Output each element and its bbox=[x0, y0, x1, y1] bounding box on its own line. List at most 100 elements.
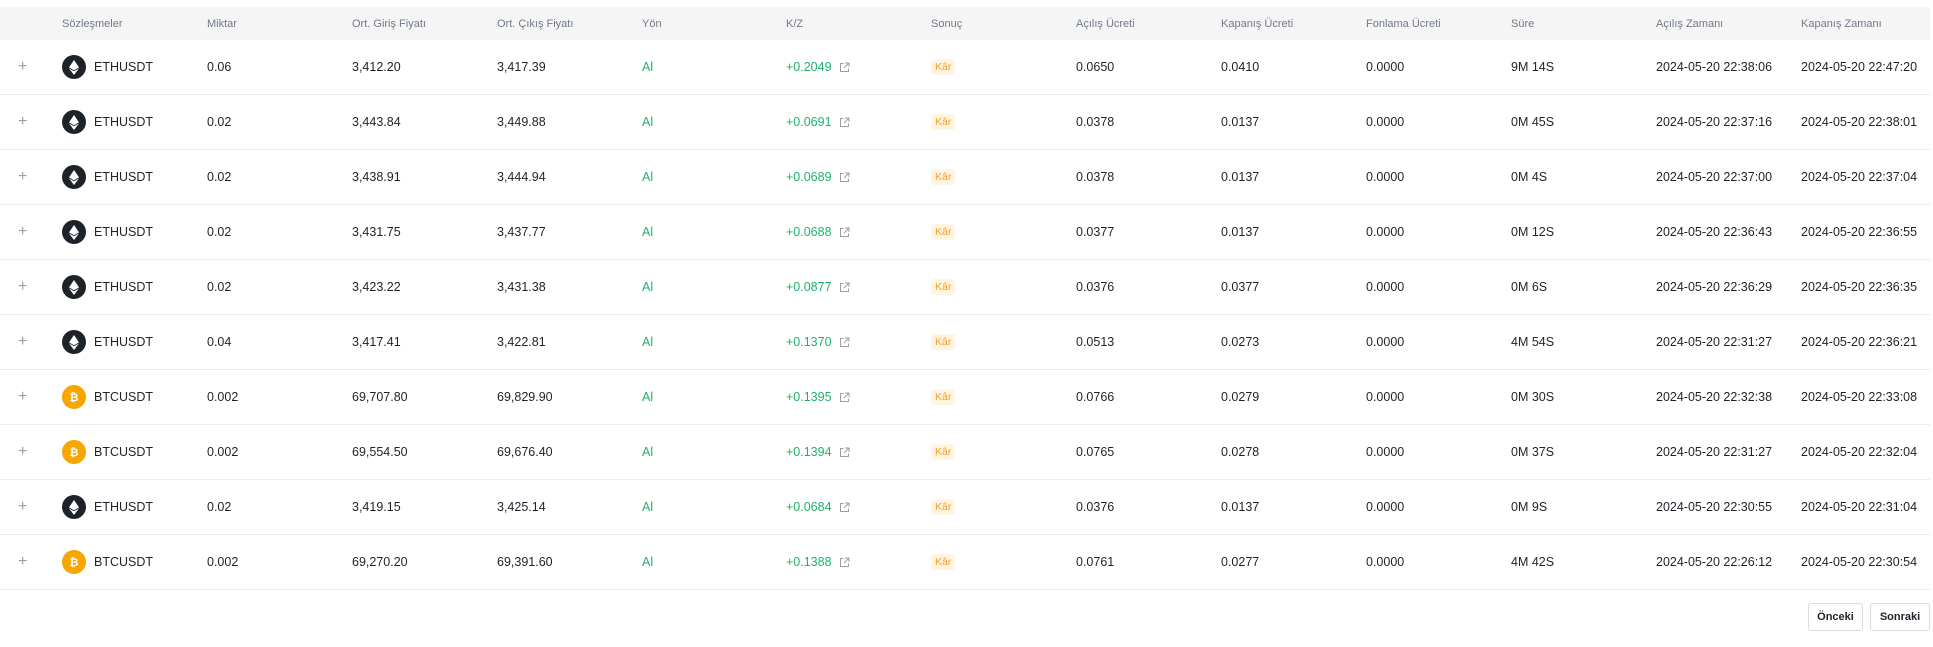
expand-row-cell[interactable]: + bbox=[0, 389, 62, 405]
header-result: Sonuç bbox=[931, 17, 963, 30]
table-row[interactable]: + ETHUSDT 0.04 3,417.41 3,422.81 Al +0.1370 Kâr… bbox=[0, 315, 1930, 370]
plus-icon[interactable]: + bbox=[18, 58, 27, 75]
table-row[interactable]: + ETHUSDT 0.02 3,443.84 3,449.88 Al +0.0691 Kâr… bbox=[0, 95, 1930, 150]
expand-row-cell[interactable]: + bbox=[0, 59, 62, 75]
table-row[interactable]: + ETHUSDT 0.02 3,423.22 3,431.38 Al +0.0877 Kâr… bbox=[0, 260, 1930, 315]
plus-icon[interactable]: + bbox=[18, 443, 27, 460]
expand-row-cell[interactable]: + bbox=[0, 554, 62, 570]
previous-page-button[interactable]: Önceki bbox=[1808, 603, 1863, 631]
open-fee-cell: 0.0650 bbox=[1076, 60, 1115, 74]
result-cell: Kâr bbox=[931, 444, 1076, 460]
external-link-icon[interactable] bbox=[839, 557, 850, 568]
external-link-icon[interactable] bbox=[839, 172, 850, 183]
external-link-icon[interactable] bbox=[839, 117, 850, 128]
result-cell: Kâr bbox=[931, 114, 1076, 130]
external-link-icon[interactable] bbox=[839, 392, 850, 403]
open-fee-cell: 0.0376 bbox=[1076, 500, 1115, 514]
ethereum-icon bbox=[62, 330, 86, 354]
plus-icon[interactable]: + bbox=[18, 278, 27, 295]
open-fee-cell: 0.0765 bbox=[1076, 445, 1115, 459]
external-link-icon[interactable] bbox=[839, 62, 850, 73]
close-fee-cell: 0.0137 bbox=[1221, 170, 1260, 184]
side-cell: Al bbox=[642, 390, 654, 404]
open-time-cell: 2024-05-20 22:31:27 bbox=[1656, 335, 1773, 349]
exit-price-cell: 3,449.88 bbox=[497, 115, 546, 129]
table-row[interactable]: + ETHUSDT 0.02 3,419.15 3,425.14 Al +0.0684 Kâr… bbox=[0, 480, 1930, 535]
table-row[interactable]: + ETHUSDT 0.02 3,431.75 3,437.77 Al +0.0688 Kâr… bbox=[0, 205, 1930, 260]
table-body: + ETHUSDT 0.06 3,412.20 3,417.39 Al +0.2049 Kâr… bbox=[0, 40, 1930, 590]
external-link-icon[interactable] bbox=[839, 227, 850, 238]
plus-icon[interactable]: + bbox=[18, 388, 27, 405]
header-symbol: Sözleşmeler bbox=[62, 17, 123, 30]
close-fee-cell: 0.0137 bbox=[1221, 225, 1260, 239]
qty-cell: 0.002 bbox=[207, 555, 239, 569]
result-badge: Kâr bbox=[931, 169, 956, 185]
ethereum-icon bbox=[62, 220, 86, 244]
expand-row-cell[interactable]: + bbox=[0, 169, 62, 185]
close-time-cell: 2024-05-20 22:32:04 bbox=[1801, 445, 1918, 459]
external-link-icon[interactable] bbox=[839, 447, 850, 458]
ethereum-icon bbox=[62, 55, 86, 79]
plus-icon[interactable]: + bbox=[18, 223, 27, 240]
side-cell: Al bbox=[642, 500, 654, 514]
exit-price-cell: 69,391.60 bbox=[497, 555, 553, 569]
ethereum-icon bbox=[62, 275, 86, 299]
result-cell: Kâr bbox=[931, 554, 1076, 570]
expand-row-cell[interactable]: + bbox=[0, 279, 62, 295]
plus-icon[interactable]: + bbox=[18, 168, 27, 185]
exit-price-cell: 69,676.40 bbox=[497, 445, 553, 459]
external-link-icon[interactable] bbox=[839, 502, 850, 513]
qty-cell: 0.06 bbox=[207, 60, 232, 74]
close-time-cell: 2024-05-20 22:37:04 bbox=[1801, 170, 1918, 184]
plus-icon[interactable]: + bbox=[18, 498, 27, 515]
entry-price-cell: 3,431.75 bbox=[352, 225, 401, 239]
svg-text:₿: ₿ bbox=[70, 556, 79, 569]
result-badge: Kâr bbox=[931, 334, 956, 350]
plus-icon[interactable]: + bbox=[18, 553, 27, 570]
entry-price-cell: 69,270.20 bbox=[352, 555, 408, 569]
close-fee-cell: 0.0137 bbox=[1221, 115, 1260, 129]
side-cell: Al bbox=[642, 445, 654, 459]
symbol-name: ETHUSDT bbox=[94, 280, 154, 294]
symbol-cell: ETHUSDT bbox=[62, 330, 207, 354]
plus-icon[interactable]: + bbox=[18, 333, 27, 350]
pnl-value: +0.0691 bbox=[786, 115, 832, 129]
open-fee-cell: 0.0513 bbox=[1076, 335, 1115, 349]
symbol-cell: ETHUSDT bbox=[62, 220, 207, 244]
svg-text:₿: ₿ bbox=[70, 446, 79, 459]
table-row[interactable]: + ₿ BTCUSDT 0.002 69,270.20 69,391.60 Al +0.138… bbox=[0, 535, 1930, 590]
bitcoin-icon: ₿ bbox=[62, 385, 86, 409]
expand-row-cell[interactable]: + bbox=[0, 114, 62, 130]
table-row[interactable]: + ₿ BTCUSDT 0.002 69,554.50 69,676.40 Al +0.139… bbox=[0, 425, 1930, 480]
close-fee-cell: 0.0279 bbox=[1221, 390, 1260, 404]
funding-fee-cell: 0.0000 bbox=[1366, 500, 1405, 514]
expand-row-cell[interactable]: + bbox=[0, 444, 62, 460]
next-page-button[interactable]: Sonraki bbox=[1870, 603, 1930, 631]
symbol-name: ETHUSDT bbox=[94, 335, 154, 349]
pnl-cell: +0.1395 bbox=[786, 390, 931, 404]
qty-cell: 0.04 bbox=[207, 335, 232, 349]
funding-fee-cell: 0.0000 bbox=[1366, 445, 1405, 459]
exit-price-cell: 69,829.90 bbox=[497, 390, 553, 404]
expand-row-cell[interactable]: + bbox=[0, 499, 62, 515]
pnl-cell: +0.0688 bbox=[786, 225, 931, 239]
open-time-cell: 2024-05-20 22:32:38 bbox=[1656, 390, 1773, 404]
qty-cell: 0.02 bbox=[207, 170, 232, 184]
expand-row-cell[interactable]: + bbox=[0, 334, 62, 350]
table-row[interactable]: + ₿ BTCUSDT 0.002 69,707.80 69,829.90 Al +0.139… bbox=[0, 370, 1930, 425]
expand-row-cell[interactable]: + bbox=[0, 224, 62, 240]
pnl-value: +0.0688 bbox=[786, 225, 832, 239]
table-row[interactable]: + ETHUSDT 0.06 3,412.20 3,417.39 Al +0.2049 Kâr… bbox=[0, 40, 1930, 95]
open-time-cell: 2024-05-20 22:38:06 bbox=[1656, 60, 1773, 74]
plus-icon[interactable]: + bbox=[18, 113, 27, 130]
entry-price-cell: 3,419.15 bbox=[352, 500, 401, 514]
open-fee-cell: 0.0377 bbox=[1076, 225, 1115, 239]
header-close-time: Kapanış Zamanı bbox=[1801, 17, 1882, 30]
result-cell: Kâr bbox=[931, 59, 1076, 75]
external-link-icon[interactable] bbox=[839, 282, 850, 293]
open-time-cell: 2024-05-20 22:36:43 bbox=[1656, 225, 1773, 239]
external-link-icon[interactable] bbox=[839, 337, 850, 348]
table-row[interactable]: + ETHUSDT 0.02 3,438.91 3,444.94 Al +0.0689 Kâr… bbox=[0, 150, 1930, 205]
open-fee-cell: 0.0378 bbox=[1076, 115, 1115, 129]
result-badge: Kâr bbox=[931, 59, 956, 75]
